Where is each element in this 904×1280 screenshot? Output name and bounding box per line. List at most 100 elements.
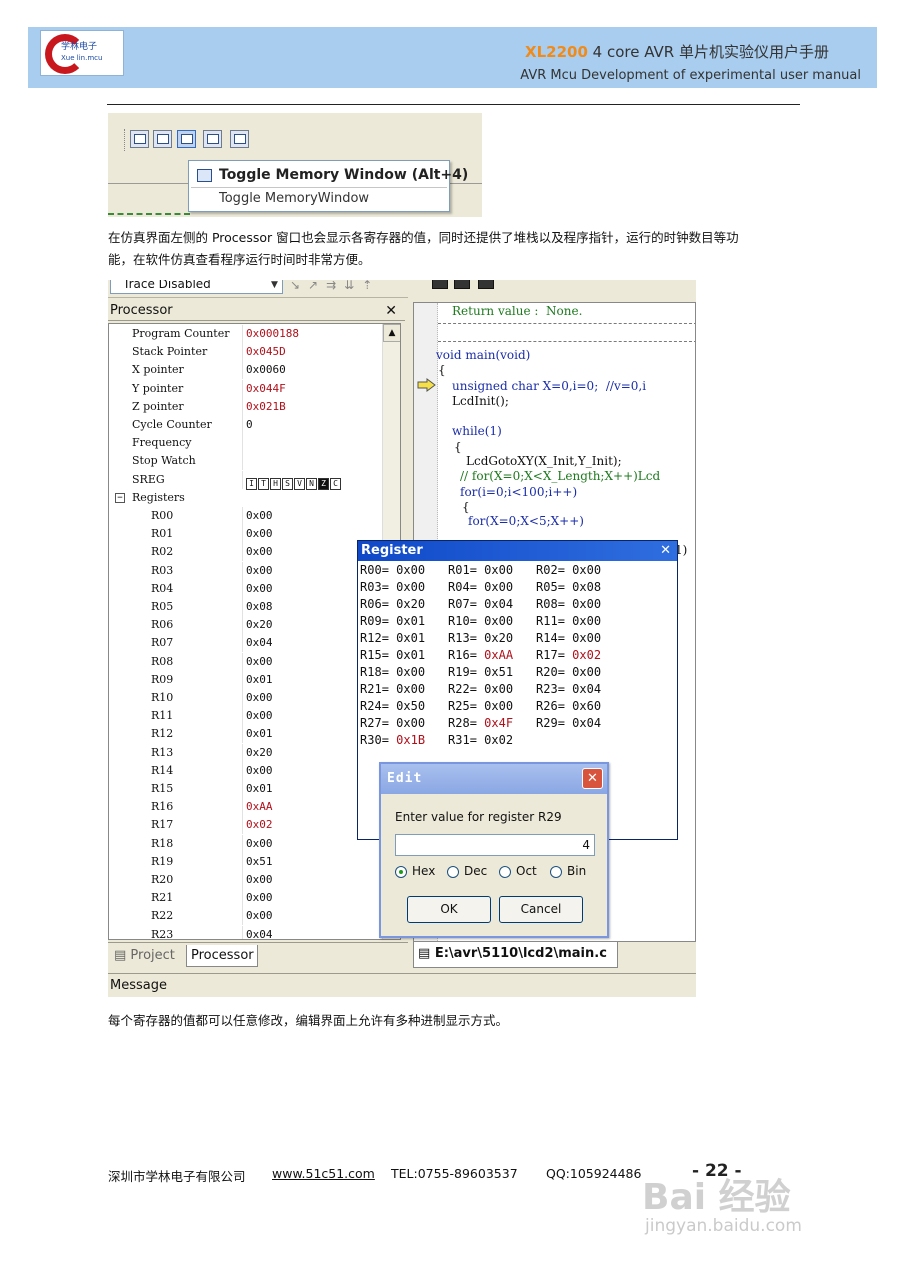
register-row[interactable]: R20 0x00 [109,871,384,889]
io-view-icon[interactable] [203,130,222,148]
processor-row[interactable]: Program Counter 0x000188 [109,325,384,343]
register-cell[interactable]: R11= 0x00 [536,614,624,628]
register-row[interactable]: R19 0x51 [109,852,384,871]
toolbar-button-icon[interactable] [454,280,470,289]
register-cell[interactable]: R26= 0x60 [536,699,624,713]
register-row[interactable]: R11 0x00 [109,707,384,726]
processor-row[interactable]: Y pointer 0x044F [109,379,384,398]
processor-row[interactable]: Stack Pointer 0x045D [109,343,384,362]
register-cell[interactable]: R24= 0x50 [360,699,448,713]
tab-processor[interactable]: Processor [186,945,258,967]
sreg-flag[interactable]: S [282,477,293,490]
register-row[interactable]: R03 0x00 [109,561,384,580]
chevron-down-icon[interactable]: ▼ [271,280,278,290]
register-cell[interactable]: R07= 0x04 [448,597,536,611]
text-icon[interactable] [230,130,249,148]
ok-button[interactable]: OK [407,896,491,923]
register-cell[interactable]: R15= 0x01 [360,648,448,662]
sreg-flag[interactable]: V [294,477,305,490]
register-row[interactable]: R22 0x00 [109,907,384,926]
register-cell[interactable]: R03= 0x00 [360,580,448,594]
memory-window-icon[interactable] [177,130,196,148]
processor-row[interactable]: Cycle Counter 0 [109,416,384,434]
sreg-flag[interactable]: H [270,477,281,490]
register-cell[interactable]: R10= 0x00 [448,614,536,628]
footer-company: 深圳市学林电子有限公司 [108,1169,246,1184]
register-row[interactable]: R17 0x02 [109,816,384,835]
register-cell[interactable]: R18= 0x00 [360,665,448,679]
register-row[interactable]: R15 0x01 [109,780,384,798]
cancel-button[interactable]: Cancel [499,896,583,923]
register-cell[interactable]: R21= 0x00 [360,682,448,696]
register-row[interactable]: R18 0x00 [109,834,384,853]
register-cell[interactable]: R09= 0x01 [360,614,448,628]
register-row[interactable]: R06 0x20 [109,616,384,635]
close-icon[interactable]: ✕ [660,541,671,561]
processor-row[interactable]: Stop Watch [109,452,384,471]
register-cell[interactable]: R20= 0x00 [536,665,624,679]
register-row[interactable]: R05 0x08 [109,598,384,616]
register-row[interactable]: R12 0x01 [109,725,384,744]
register-cell-name: R16 [448,648,470,662]
register-row[interactable]: R02 0x00 [109,543,384,562]
register-row[interactable]: R00 0x00 [109,507,384,525]
sreg-flag[interactable]: C [330,477,341,490]
processor-row[interactable]: Z pointer 0x021B [109,397,384,416]
watch-icon[interactable] [153,130,172,148]
sreg-flag[interactable]: T [258,477,269,490]
register-cell[interactable]: R00= 0x00 [360,563,448,577]
register-cell[interactable]: R31= 0x02 [448,733,536,747]
scroll-up-icon[interactable]: ▲ [383,324,400,342]
register-row[interactable]: R10 0x00 [109,689,384,707]
collapse-icon[interactable]: − [115,492,125,503]
register-row[interactable]: R09 0x01 [109,670,384,689]
register-row[interactable]: R16 0xAA [109,798,384,817]
toolbar-button-icon[interactable] [432,280,448,289]
register-cell[interactable]: R08= 0x00 [536,597,624,611]
close-icon[interactable]: ✕ [385,301,397,321]
register-row[interactable]: R08 0x00 [109,652,384,671]
register-cell[interactable]: R27= 0x00 [360,716,448,730]
trace-tool-icons[interactable]: ↘↗⇉⇊⇡ [290,280,380,292]
processor-row[interactable]: X pointer 0x0060 [109,361,384,380]
registers-group[interactable]: − Registers [109,489,384,507]
register-cell[interactable]: R19= 0x51 [448,665,536,679]
register-cell[interactable]: R29= 0x04 [536,716,624,730]
toolbar-button-icon[interactable] [478,280,494,289]
register-cell[interactable]: R12= 0x01 [360,631,448,645]
register-row[interactable]: R13 0x20 [109,743,384,762]
close-icon[interactable]: ✕ [582,768,603,789]
sreg-flag[interactable]: I [246,477,257,490]
register-cell[interactable]: R23= 0x04 [536,682,624,696]
register-cell[interactable]: R30= 0x1B [360,733,448,747]
register-row[interactable]: R04 0x00 [109,579,384,598]
register-cell[interactable]: R05= 0x08 [536,580,624,594]
sreg-flag[interactable]: N [306,477,317,490]
register-row[interactable]: R21 0x00 [109,889,384,908]
register-cell[interactable]: R22= 0x00 [448,682,536,696]
processor-row[interactable]: SREG I T H S V N Z C [109,470,384,490]
register-row[interactable]: R07 0x04 [109,634,384,653]
register-row[interactable]: R01 0x00 [109,525,384,544]
register-row[interactable]: R23 0x04 [109,925,384,939]
register-cell[interactable]: R28= 0x4F [448,716,536,730]
file-tab[interactable]: ▤ E:\avr\5110\lcd2\main.c [413,942,618,968]
trace-select[interactable]: Trace Disabled [110,280,283,294]
register-cell[interactable]: R13= 0x20 [448,631,536,645]
register-cell[interactable]: R04= 0x00 [448,580,536,594]
register-value-input[interactable]: 4 [395,834,595,856]
register-cell[interactable]: R01= 0x00 [448,563,536,577]
register-cell[interactable]: R06= 0x20 [360,597,448,611]
register-cell[interactable]: R16= 0xAA [448,648,536,662]
footer-url[interactable]: www.51c51.com [272,1166,375,1181]
disassembler-icon[interactable] [130,130,149,148]
register-row[interactable]: R14 0x00 [109,761,384,780]
register-cell[interactable]: R17= 0x02 [536,648,624,662]
sreg-flag[interactable]: Z [318,477,329,490]
register-cell[interactable]: R14= 0x00 [536,631,624,645]
processor-row[interactable]: Frequency [109,434,384,453]
tab-project[interactable]: ▤ Project [110,945,175,967]
register-cell[interactable]: R02= 0x00 [536,563,624,577]
register-cell[interactable]: R25= 0x00 [448,699,536,713]
register-cell-value: 0x60 [572,699,602,713]
